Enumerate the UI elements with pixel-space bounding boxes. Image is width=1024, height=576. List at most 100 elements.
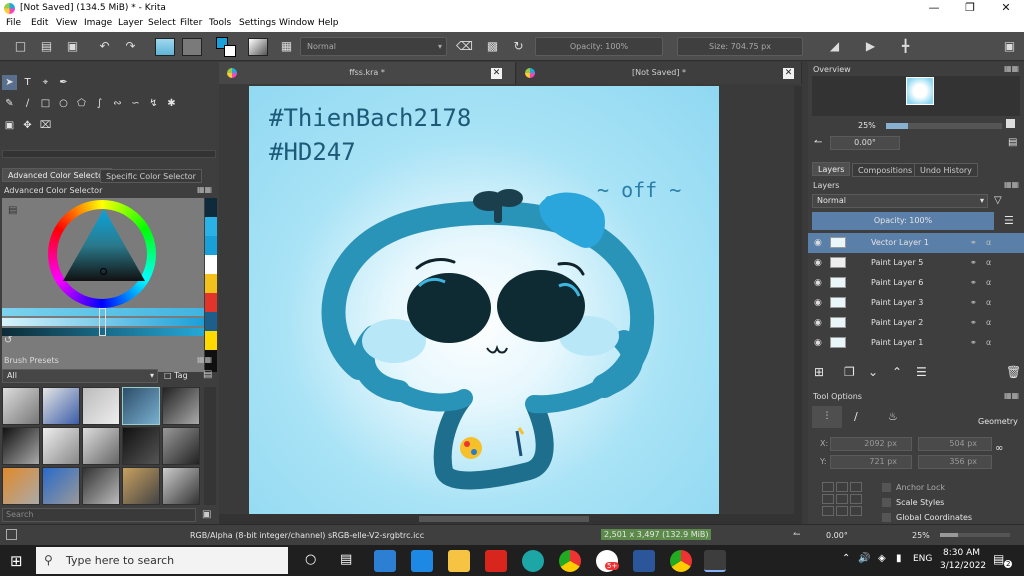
stroke-options-icon[interactable]: ∕ (854, 410, 858, 423)
refresh-color-icon[interactable]: ↺ (4, 335, 12, 346)
volume-icon[interactable]: 🔊 (858, 553, 870, 564)
windows-start-icon[interactable]: ⊞ (10, 552, 23, 570)
wrap-around-icon[interactable]: ╋ (897, 38, 914, 55)
redo-icon[interactable]: ↷ (122, 38, 139, 55)
brush-filter-select[interactable]: All ▾ (2, 369, 158, 383)
menu-view[interactable]: View (56, 18, 77, 28)
visibility-eye-icon[interactable]: ◉ (814, 253, 822, 273)
swatch[interactable] (205, 217, 217, 236)
anchor-point[interactable] (836, 482, 848, 492)
dynamic-brush-icon[interactable]: ↯ (146, 96, 161, 111)
clock-time[interactable]: 8:30 AM (943, 548, 980, 558)
freehand-path-icon[interactable]: ∽ (128, 96, 143, 111)
chrome-icon[interactable] (559, 550, 581, 572)
brush-preset[interactable] (162, 427, 200, 465)
minimize-icon[interactable]: — (916, 0, 952, 17)
word-icon[interactable] (633, 550, 655, 572)
swatch[interactable] (205, 293, 217, 312)
line-tool-icon[interactable]: ∕ (20, 96, 35, 111)
alpha-icon[interactable]: α (986, 233, 991, 253)
overview-zoom-slider[interactable] (886, 123, 1002, 129)
width-input[interactable]: 504 px (918, 437, 992, 451)
ellipse-tool-icon[interactable]: ○ (56, 96, 71, 111)
edge-icon[interactable] (522, 550, 544, 572)
menu-file[interactable]: File (6, 18, 21, 28)
brush-search-input[interactable]: Search (2, 508, 196, 522)
wifi-icon[interactable]: ◈ (878, 553, 886, 564)
alpha-icon[interactable]: α (986, 293, 991, 313)
scale-styles-checkbox[interactable] (882, 498, 891, 507)
layer-filter-icon[interactable]: ▽ (994, 195, 1002, 206)
mirror-view-icon[interactable]: ▤ (1008, 137, 1017, 148)
delete-layer-icon[interactable]: 🗑 (1006, 365, 1021, 379)
transform-tool-icon[interactable]: ▣ (2, 118, 17, 133)
menu-edit[interactable]: Edit (31, 18, 48, 28)
layers-float-icon[interactable]: ▦▦ (1004, 180, 1019, 189)
task-view-icon[interactable]: ▤ (340, 552, 352, 567)
polyline-tool-icon[interactable]: ∫ (92, 96, 107, 111)
anchor-point[interactable] (850, 506, 862, 516)
brush-preset[interactable] (82, 427, 120, 465)
text-tool-icon[interactable]: T (20, 75, 35, 90)
background-color[interactable] (224, 45, 236, 57)
menu-help[interactable]: Help (318, 18, 339, 28)
brush-preset[interactable] (2, 467, 40, 505)
tab-compositions[interactable]: Compositions (852, 163, 919, 177)
mirror-horizontal-icon[interactable]: ◢ (826, 38, 843, 55)
vivaldi-icon[interactable] (485, 550, 507, 572)
undo-icon[interactable]: ↶ (96, 38, 113, 55)
brush-preset-selected[interactable] (122, 387, 160, 425)
anchor-point[interactable] (850, 494, 862, 504)
swatch[interactable] (205, 274, 217, 293)
lock-icon[interactable]: ⚭ (970, 333, 977, 353)
new-document-icon[interactable]: □ (12, 38, 29, 55)
anchor-point[interactable] (836, 494, 848, 504)
tray-chevron-icon[interactable]: ⌃ (842, 553, 850, 564)
brush-preset[interactable] (122, 467, 160, 505)
tab-specific-color-selector[interactable]: Specific Color Selector (100, 169, 202, 183)
duplicate-layer-icon[interactable]: ❐ (844, 365, 855, 379)
x-position-input[interactable]: 2092 px (830, 437, 912, 451)
tab-select-options[interactable]: ⋮ (812, 406, 842, 428)
anchor-point[interactable] (822, 482, 834, 492)
language-indicator[interactable]: ENG (913, 554, 932, 564)
brush-preset[interactable] (2, 427, 40, 465)
alpha-icon[interactable]: α (986, 273, 991, 293)
tab-not-saved-document[interactable]: [Not Saved] * ✕ (517, 62, 802, 84)
brush-preset[interactable] (162, 467, 200, 505)
anchor-point[interactable] (836, 506, 848, 516)
layer-row-paint-6[interactable]: ◉ Paint Layer 6 ⚭ α (808, 273, 1024, 293)
menu-window[interactable]: Window (279, 18, 315, 28)
overview-checkbox[interactable] (1006, 119, 1015, 128)
toolbox-scrollbar[interactable] (2, 150, 216, 158)
selection-indicator-icon[interactable] (6, 529, 17, 540)
aspect-chain-icon[interactable]: ∞ (995, 443, 1003, 454)
polygon-tool-icon[interactable]: ⬠ (74, 96, 89, 111)
tab-advanced-color-selector[interactable]: Advanced Color Selector (2, 168, 113, 182)
visibility-eye-icon[interactable]: ◉ (814, 313, 822, 333)
lock-icon[interactable]: ⚭ (970, 293, 977, 313)
brush-preset[interactable] (42, 427, 80, 465)
anchor-point[interactable] (822, 494, 834, 504)
layer-row-paint-2[interactable]: ◉ Paint Layer 2 ⚭ α (808, 313, 1024, 333)
workspace-grid-icon[interactable]: ▦ (278, 38, 295, 55)
anchor-point[interactable] (822, 506, 834, 516)
visibility-eye-icon[interactable]: ◉ (814, 273, 822, 293)
tab-undo-history[interactable]: Undo History (914, 163, 978, 177)
open-folder-icon[interactable]: ▤ (38, 38, 55, 55)
tab-ffss-document[interactable]: ffss.kra * ✕ (219, 62, 516, 84)
swatch[interactable] (205, 255, 217, 274)
layer-row-vector-1[interactable]: ◉ Vector Layer 1 ⚭ α (808, 233, 1024, 253)
calligraphy-icon[interactable]: ✒ (56, 75, 71, 90)
canvas-rotation-icon[interactable]: ↼ (793, 530, 801, 540)
tool-options-float-icon[interactable]: ▦▦ (1004, 391, 1019, 400)
layer-properties-icon[interactable]: ☰ (916, 365, 927, 379)
edit-shapes-icon[interactable]: ⌖ (38, 75, 53, 90)
brush-dock-float-icon[interactable]: ▦▦ (197, 355, 212, 364)
close-tab-icon[interactable]: ✕ (783, 68, 794, 79)
brush-scrollbar[interactable] (204, 387, 216, 505)
visibility-eye-icon[interactable]: ◉ (814, 333, 822, 353)
visibility-eye-icon[interactable]: ◉ (814, 293, 822, 313)
move-up-icon[interactable]: ⌃ (892, 365, 902, 379)
visibility-eye-icon[interactable]: ◉ (814, 233, 822, 253)
